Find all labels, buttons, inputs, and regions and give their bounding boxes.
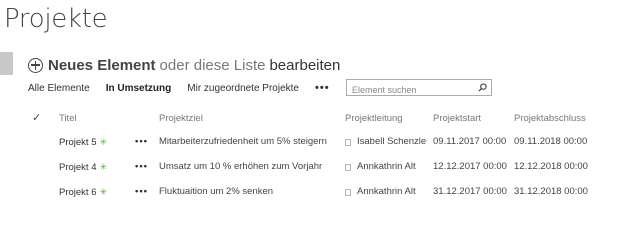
row-projektstart: 12.12.2017 00:00: [433, 161, 507, 172]
new-item-bar: Neues Element oder diese Liste bearbeite…: [28, 55, 340, 75]
row-projektabschluss: 31.12.2018 00:00: [514, 186, 588, 197]
row-projektleitung-cell: Annkathrin Alt: [345, 160, 416, 174]
row-title-link[interactable]: Projekt 6: [59, 187, 97, 198]
page-title: Projekte: [4, 4, 108, 34]
column-header-projektabschluss[interactable]: Projektabschluss: [514, 113, 586, 127]
view-all-items[interactable]: Alle Elemente: [28, 83, 90, 94]
row-projektleitung-cell: Annkathrin Alt: [345, 185, 416, 199]
row-projektziel: Mitarbeiterzufriedenheit um 5% steigern: [159, 136, 327, 147]
left-accent-bar: [0, 52, 13, 75]
presence-indicator-icon: [345, 188, 351, 196]
row-projektstart: 09.11.2017 00:00: [433, 136, 507, 147]
row-menu-button[interactable]: •••: [135, 160, 148, 174]
row-projektstart: 31.12.2017 00:00: [433, 186, 507, 197]
row-title-link[interactable]: Projekt 4: [59, 162, 97, 173]
row-title-cell: Projekt 6 ✳: [59, 185, 107, 199]
row-projektziel: Fluktuaition um 2% senken: [159, 186, 274, 197]
row-projektziel: Umsatz um 10 % erhöhen zum Vorjahr: [159, 161, 323, 172]
column-header-projektstart[interactable]: Projektstart: [433, 113, 481, 127]
new-item-badge-icon: ✳: [99, 137, 108, 147]
row-menu-button[interactable]: •••: [135, 135, 148, 149]
new-item-badge-icon: ✳: [99, 162, 108, 172]
new-item-button[interactable]: Neues Element: [48, 57, 156, 74]
column-header-projektleitung[interactable]: Projektleitung: [345, 113, 403, 127]
new-item-badge-icon: ✳: [99, 187, 108, 197]
select-all-checkmark-icon[interactable]: ✓: [32, 111, 41, 124]
search-box: [346, 79, 492, 98]
row-title-cell: Projekt 5 ✳: [59, 135, 107, 149]
search-icon[interactable]: [478, 83, 487, 92]
row-menu-button[interactable]: •••: [135, 185, 148, 199]
row-projektleitung[interactable]: Annkathrin Alt: [357, 160, 416, 174]
row-projektleitung-cell: Isabell Schenzle: [345, 135, 426, 149]
view-selector: Alle Elemente In Umsetzung Mir zugeordne…: [28, 80, 330, 96]
column-header-titel[interactable]: Titel: [59, 113, 77, 127]
add-circle-icon[interactable]: [28, 57, 43, 73]
row-projektleitung[interactable]: Isabell Schenzle: [357, 135, 426, 149]
row-title-cell: Projekt 4 ✳: [59, 160, 107, 174]
row-title-link[interactable]: Projekt 5: [59, 137, 97, 148]
new-item-separator-text: oder diese Liste: [159, 56, 266, 74]
view-in-progress[interactable]: In Umsetzung: [106, 83, 172, 94]
row-projektabschluss: 12.12.2018 00:00: [514, 161, 588, 172]
presence-indicator-icon: [345, 163, 351, 171]
search-input[interactable]: [347, 82, 477, 98]
row-projektleitung[interactable]: Annkathrin Alt: [357, 185, 416, 199]
view-assigned-to-me[interactable]: Mir zugeordnete Projekte: [187, 83, 299, 94]
view-more-button[interactable]: •••: [315, 82, 330, 94]
edit-list-link[interactable]: bearbeiten: [269, 57, 340, 74]
column-header-projektziel[interactable]: Projektziel: [159, 113, 203, 127]
presence-indicator-icon: [345, 138, 351, 146]
row-projektabschluss: 09.11.2018 00:00: [514, 136, 588, 147]
